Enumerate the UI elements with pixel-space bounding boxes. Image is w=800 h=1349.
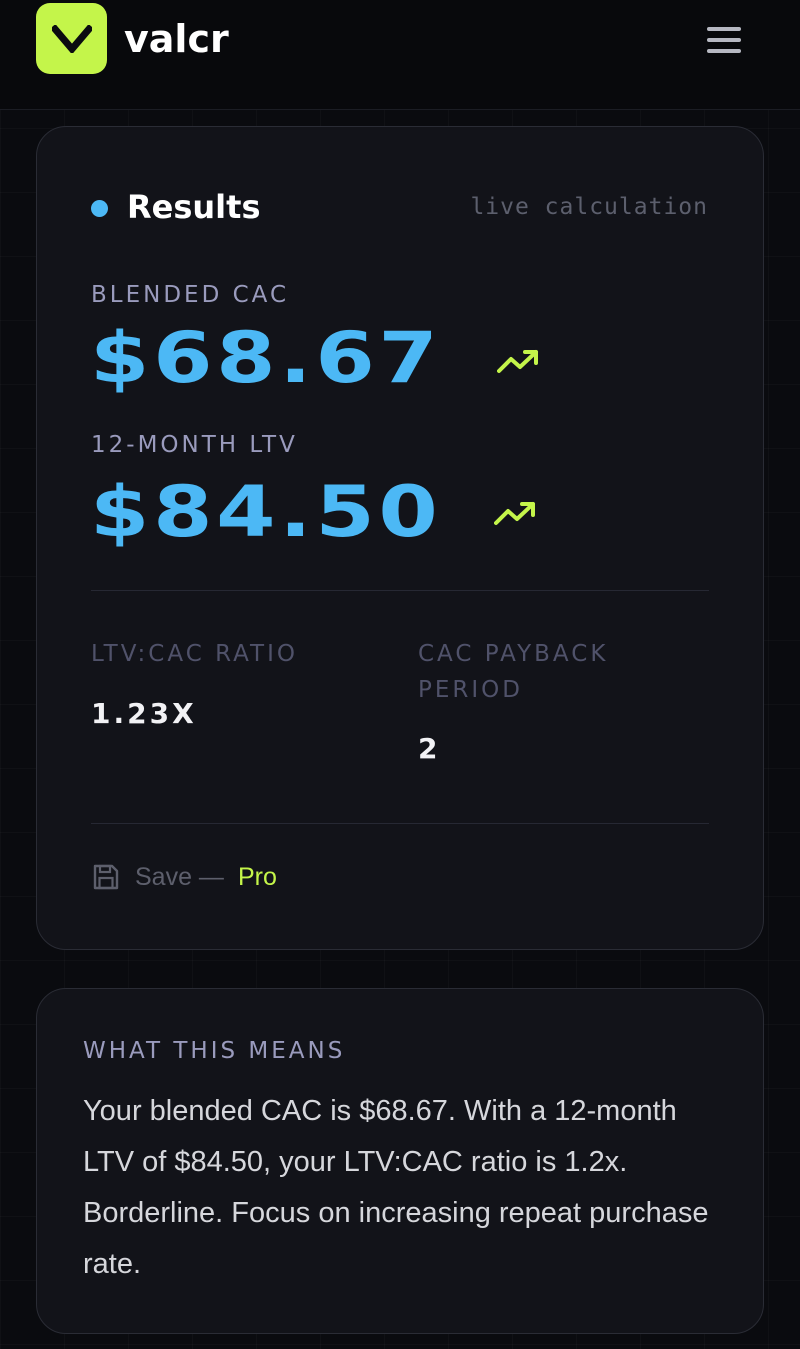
ltv-cac-ratio-value: 1.23X <box>91 697 197 730</box>
section-divider <box>91 590 709 591</box>
brand-logo-icon[interactable] <box>36 3 107 74</box>
section-divider <box>91 823 709 824</box>
blended-cac-value: $68.67 <box>90 317 442 399</box>
ltv-cac-ratio-label: LTV:CAC RATIO <box>91 641 298 667</box>
menu-bar-line <box>707 38 741 42</box>
trending-up-icon <box>494 502 535 525</box>
hamburger-menu-icon[interactable] <box>700 20 748 60</box>
save-pro-button[interactable]: Save — Pro <box>91 860 277 894</box>
cac-payback-period-label: CAC PAYBACK PERIOD <box>418 641 609 703</box>
trending-up-icon <box>497 350 538 373</box>
brand-name[interactable]: valcr <box>124 14 229 64</box>
top-navigation-bar: valcr <box>0 0 800 110</box>
live-calculation-status: live calculation <box>470 194 708 220</box>
pro-badge: Pro <box>237 862 277 891</box>
cac-payback-period-value: 2 <box>418 732 441 765</box>
menu-bar-line <box>707 49 741 53</box>
save-label: Save — <box>135 862 224 891</box>
ltv-value: $84.50 <box>90 471 442 553</box>
menu-bar-line <box>707 27 741 31</box>
ltv-label: 12-MONTH LTV <box>91 432 298 458</box>
what-this-means-heading: WHAT THIS MEANS <box>83 1038 346 1064</box>
logo-v-letter-icon <box>51 24 92 53</box>
blended-cac-label: BLENDED CAC <box>91 282 290 308</box>
live-status-dot-icon <box>91 200 108 217</box>
what-this-means-text: Your blended CAC is $68.67. With a 12-mo… <box>83 1095 709 1280</box>
floppy-disk-icon <box>93 864 119 890</box>
results-heading: Results <box>127 188 261 226</box>
